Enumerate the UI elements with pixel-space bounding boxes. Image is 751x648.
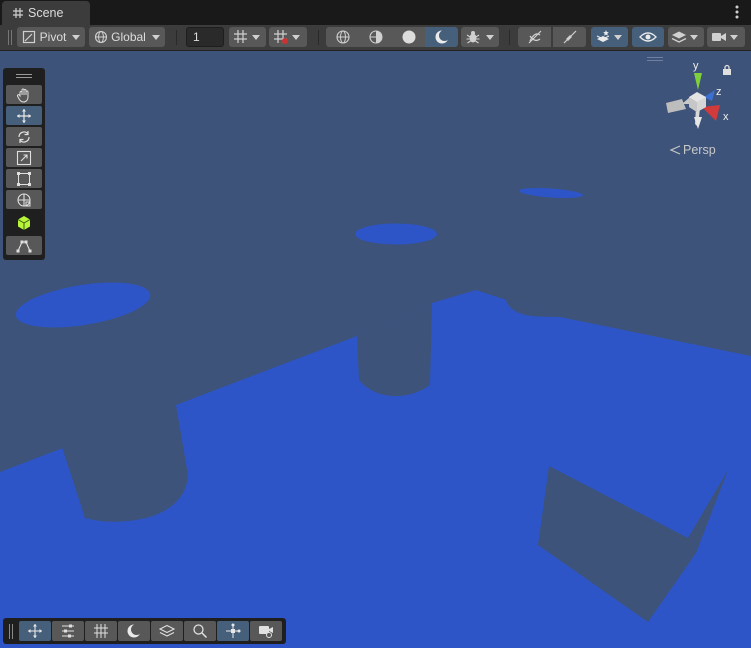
scale-icon [16,150,32,165]
chevron-down-icon [151,34,160,40]
orientation-gizmo[interactable]: y z x [660,57,740,137]
orientation-icon [226,623,241,638]
chevron-down-icon [614,34,622,40]
grid-visibility-toggle[interactable] [269,27,307,47]
move-tool[interactable] [6,106,42,125]
grid-icon [274,30,288,44]
wireframe-sphere-icon [335,30,350,44]
overlay-move[interactable] [19,621,51,641]
rect-icon [17,171,31,186]
tab-title: Scene [28,6,64,20]
toolbar-separator [509,30,510,45]
chevron-down-icon [72,34,81,40]
gizmo-z-label: z [716,86,722,98]
grid-icon [94,624,108,638]
transform-tool[interactable] [6,190,42,209]
scene-toolbar: Pivot Global 1 [0,25,751,51]
scene-visibility-toggle[interactable] [632,27,664,47]
moon-icon [435,30,450,44]
overlay-orientation[interactable] [217,621,249,641]
camera-dropdown[interactable] [707,27,745,47]
move-arrows-icon [17,108,31,123]
grid-snap-value: 1 [193,30,200,44]
grid-icon [13,8,23,18]
projection-label: Persp [683,143,716,157]
camera-icon [259,626,273,638]
globe-icon [95,30,108,44]
pivot-dropdown[interactable]: Pivot [17,27,85,47]
chevron-down-icon [252,34,260,40]
hand-icon [16,88,29,103]
moon-icon [127,624,142,638]
shaded-wireframe-mode[interactable] [359,27,392,47]
search-icon [193,624,208,639]
tools-overlay [3,68,45,260]
chevron-down-icon [292,34,300,40]
global-label: Global [111,30,146,44]
gizmo-y-label: y [693,60,699,72]
rect-tool[interactable] [6,169,42,188]
solid-sphere-icon [402,30,415,44]
global-dropdown[interactable]: Global [89,27,165,47]
half-sphere-icon [368,30,383,44]
layers-dropdown[interactable] [668,27,704,47]
no-2d-icon [528,30,541,44]
transform-icon [17,192,31,207]
view-tool[interactable] [6,85,42,104]
mute-icon [563,30,576,44]
custom-tool[interactable] [6,213,42,232]
lighting-toggle[interactable] [425,27,458,47]
gizmo-y-axis[interactable] [694,73,702,90]
toolbar-separator [176,30,177,45]
layers-icon [671,31,687,43]
kebab-menu-icon[interactable] [731,3,743,21]
gizmo-x-label: x [723,111,729,123]
overlay-toolbar [3,618,286,644]
sliders-icon [62,624,74,638]
move-arrows-icon [28,624,42,638]
toolbar-drag-handle[interactable] [8,30,12,45]
toolbar-separator [318,30,319,45]
2d-toggle[interactable] [518,27,551,47]
grid-snap-icon [234,30,247,43]
overlay-search[interactable] [184,621,216,641]
overlay-lighting[interactable] [118,621,150,641]
debug-draw-mode[interactable] [461,27,499,47]
probuilder-tool[interactable] [6,236,42,255]
rotate-tool[interactable] [6,127,42,146]
audio-toggle[interactable] [553,27,586,47]
eye-icon [639,32,657,42]
green-cube-icon [17,215,31,230]
overlay-grid[interactable] [85,621,117,641]
projection-toggle[interactable]: Persp [669,143,716,157]
camera-icon [712,33,726,41]
scene-viewport[interactable] [0,51,751,648]
tools-drag-handle[interactable] [16,74,32,78]
perspective-icon [669,145,681,155]
chevron-down-icon [730,34,738,40]
overlay-settings[interactable] [52,621,84,641]
effects-toggle[interactable] [591,27,628,47]
wireframe-draw-mode[interactable] [326,27,359,47]
grid-snap-value-field[interactable]: 1 [186,27,224,47]
layers-star-icon [596,30,610,42]
scene-render [0,51,751,648]
chevron-down-icon [486,34,494,40]
shaded-draw-mode[interactable] [392,27,425,47]
vertex-edit-icon [16,240,32,252]
tab-scene[interactable]: Scene [2,1,90,25]
rotate-icon [18,130,30,143]
bug-icon [466,31,480,44]
overlay-camera[interactable] [250,621,282,641]
layers-icon [159,624,175,637]
grid-snapping-toggle[interactable] [229,27,266,47]
tab-bar: Scene [0,0,751,25]
pivot-label: Pivot [39,30,67,44]
scale-tool[interactable] [6,148,42,167]
overlay-drag-handle[interactable] [9,624,13,639]
chevron-down-icon [690,34,698,40]
pivot-icon [22,30,35,44]
overlay-layers[interactable] [151,621,183,641]
